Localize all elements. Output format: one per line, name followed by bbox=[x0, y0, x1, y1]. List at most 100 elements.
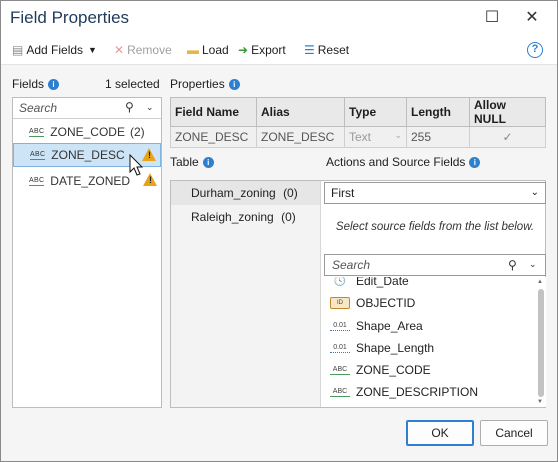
load-button[interactable]: ▬ Load bbox=[187, 41, 229, 59]
folder-icon: ▬ bbox=[187, 43, 199, 57]
source-field-zone-code[interactable]: ABC ZONE_CODE bbox=[324, 359, 529, 381]
reset-button[interactable]: ☰ Reset bbox=[304, 41, 349, 59]
info-icon[interactable]: i bbox=[202, 156, 214, 168]
info-icon[interactable]: i bbox=[228, 78, 240, 90]
info-icon[interactable]: i bbox=[469, 156, 481, 168]
col-field-name: Field Name bbox=[170, 97, 257, 127]
add-fields-label: Add Fields bbox=[26, 43, 84, 57]
source-field-name: ZONE_CODE bbox=[356, 363, 431, 377]
table-label: Table bbox=[170, 155, 199, 169]
alias-cell[interactable]: ZONE_DESC bbox=[256, 126, 345, 148]
search-icon[interactable]: ⚲ bbox=[508, 258, 517, 272]
actions-header: Actions and Source Fields i bbox=[326, 155, 481, 169]
remove-button[interactable]: ✕ Remove bbox=[114, 41, 172, 59]
close-icon[interactable]: ✕ bbox=[519, 6, 545, 30]
field-name: ZONE_CODE bbox=[50, 125, 125, 139]
add-fields-button[interactable]: ▤ Add Fields ▼ bbox=[12, 41, 97, 59]
properties-header: Properties i bbox=[170, 77, 240, 91]
scroll-up-icon[interactable]: ▲ bbox=[537, 279, 543, 285]
table-name: Durham_zoning bbox=[191, 186, 276, 200]
col-length: Length bbox=[406, 97, 470, 127]
properties-header-row: Field Name Alias Type Length Allow NULL bbox=[170, 97, 546, 127]
maximize-icon[interactable]: ☐ bbox=[479, 6, 505, 30]
source-field-name: Edit_Date bbox=[356, 277, 409, 288]
tables-list: Durham_zoning (0) Raleigh_zoning (0) bbox=[171, 181, 321, 407]
text-field-icon: ABC bbox=[29, 176, 45, 186]
toolbar: ▤ Add Fields ▼ ✕ Remove ▬ Load ➜ Export … bbox=[1, 35, 557, 65]
source-fields-list: 🕓 Edit_Date ID OBJECTID 0.01 Shape_Area … bbox=[324, 277, 546, 407]
table-item-raleigh[interactable]: Raleigh_zoning (0) bbox=[171, 205, 320, 229]
field-name: DATE_ZONED bbox=[50, 174, 131, 188]
source-field-name: Shape_Area bbox=[356, 319, 423, 333]
ok-button[interactable]: OK bbox=[406, 420, 474, 446]
double-field-icon: 0.01 bbox=[330, 322, 350, 331]
cancel-button[interactable]: Cancel bbox=[480, 420, 548, 446]
properties-label: Properties bbox=[170, 77, 225, 91]
window-title: Field Properties bbox=[10, 8, 130, 27]
source-fields-scrollbar[interactable]: ▲ ▼ bbox=[537, 279, 544, 405]
fields-list: ⚲ ⌄ ABC ZONE_CODE (2) ABC ZONE_DESC ! AB… bbox=[12, 97, 162, 408]
source-field-shape-length[interactable]: 0.01 Shape_Length bbox=[324, 337, 529, 359]
fields-header: Fields i bbox=[12, 77, 60, 91]
table-name: Raleigh_zoning bbox=[191, 210, 274, 224]
scroll-thumb[interactable] bbox=[538, 289, 544, 397]
field-count: (2) bbox=[129, 125, 145, 139]
date-icon: 🕓 bbox=[333, 277, 347, 287]
table-panel: Durham_zoning (0) Raleigh_zoning (0) Fir… bbox=[170, 180, 546, 408]
chevron-down-icon[interactable]: ⌄ bbox=[529, 259, 537, 270]
col-alias: Alias bbox=[256, 97, 345, 127]
double-field-icon: 0.01 bbox=[330, 344, 350, 353]
scroll-down-icon[interactable]: ▼ bbox=[537, 399, 543, 405]
source-fields-hint: Select source fields from the list below… bbox=[335, 221, 535, 233]
warning-mark: ! bbox=[149, 175, 152, 185]
source-search-input[interactable] bbox=[330, 257, 490, 273]
merge-rule-dropdown[interactable]: First ⌄ bbox=[324, 182, 546, 204]
chevron-down-icon: ▼ bbox=[88, 45, 97, 55]
chevron-down-icon[interactable]: ⌄ bbox=[146, 102, 154, 113]
checkmark-icon: ✓ bbox=[502, 130, 513, 144]
chevron-down-icon: ⌄ bbox=[530, 187, 539, 198]
col-type: Type bbox=[344, 97, 407, 127]
length-cell[interactable]: 255 bbox=[406, 126, 470, 148]
export-label: Export bbox=[251, 43, 286, 57]
text-field-icon: ABC bbox=[330, 388, 350, 397]
search-icon[interactable]: ⚲ bbox=[125, 100, 134, 114]
mouse-cursor-icon bbox=[129, 154, 144, 176]
table-count: (0) bbox=[283, 186, 298, 200]
help-icon[interactable]: ? bbox=[527, 42, 543, 58]
objectid-icon: ID bbox=[330, 297, 350, 309]
selected-count: 1 selected bbox=[105, 77, 160, 91]
field-name: ZONE_DESC bbox=[51, 148, 125, 162]
source-fields-search: ⚲ ⌄ bbox=[324, 254, 546, 276]
remove-icon: ✕ bbox=[114, 43, 125, 57]
field-properties-window: Field Properties ☐ ✕ ▤ Add Fields ▼ ✕ Re… bbox=[0, 0, 558, 462]
source-field-edit-date[interactable]: 🕓 Edit_Date bbox=[324, 277, 529, 292]
field-item-zone-code[interactable]: ABC ZONE_CODE (2) bbox=[13, 120, 161, 144]
text-field-icon: ABC bbox=[330, 366, 350, 375]
reset-icon: ☰ bbox=[304, 43, 315, 57]
source-field-shape-area[interactable]: 0.01 Shape_Area bbox=[324, 315, 529, 337]
table-count: (0) bbox=[281, 210, 296, 224]
source-field-name: Shape_Length bbox=[356, 341, 435, 355]
export-button[interactable]: ➜ Export bbox=[238, 41, 286, 59]
allow-null-cell[interactable]: ✓ bbox=[469, 126, 546, 148]
type-cell[interactable]: Text ⌄ bbox=[344, 126, 407, 148]
text-field-icon: ABC bbox=[29, 127, 45, 137]
col-allow-null: Allow NULL bbox=[469, 97, 546, 127]
actions-label: Actions and Source Fields bbox=[326, 155, 466, 169]
fields-search-input[interactable] bbox=[17, 100, 117, 116]
add-fields-icon: ▤ bbox=[12, 43, 24, 57]
fields-search: ⚲ ⌄ bbox=[13, 98, 161, 119]
title-bar: Field Properties ☐ ✕ bbox=[1, 1, 557, 35]
field-name-cell[interactable]: ZONE_DESC bbox=[170, 126, 257, 148]
table-item-durham[interactable]: Durham_zoning (0) bbox=[171, 181, 320, 205]
export-arrow-icon: ➜ bbox=[238, 43, 249, 57]
source-field-zone-description[interactable]: ABC ZONE_DESCRIPTION bbox=[324, 381, 529, 403]
type-value: Text bbox=[349, 130, 372, 144]
properties-table: Field Name Alias Type Length Allow NULL … bbox=[170, 97, 546, 148]
warning-mark: ! bbox=[148, 150, 151, 160]
info-icon[interactable]: i bbox=[48, 78, 60, 90]
remove-label: Remove bbox=[127, 43, 172, 57]
source-field-objectid[interactable]: ID OBJECTID bbox=[324, 292, 529, 314]
merge-rule-value: First bbox=[331, 186, 355, 200]
